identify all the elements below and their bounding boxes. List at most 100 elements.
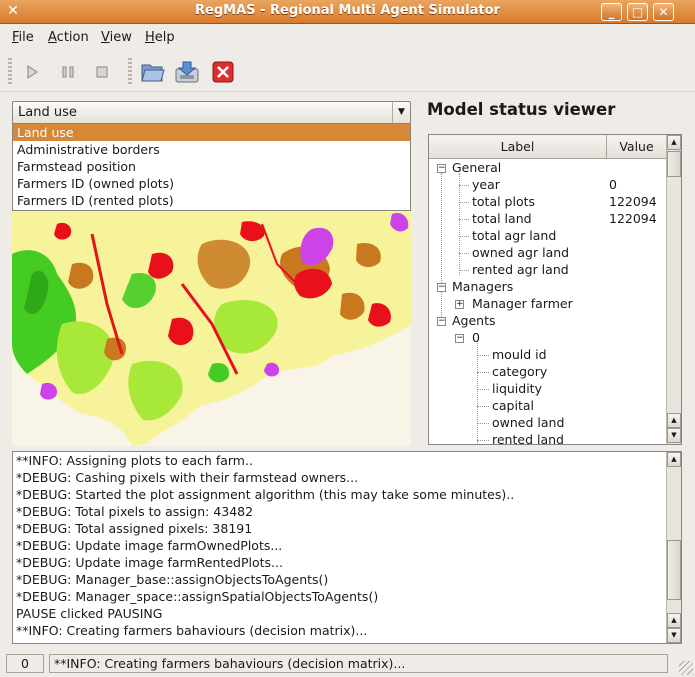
menu-file-label: ile <box>18 30 34 45</box>
tree-label-total-agr-land[interactable]: total agr land <box>472 227 556 244</box>
tree-line <box>459 202 469 203</box>
log-output[interactable]: **INFO: Assigning plots to each farm.. *… <box>12 451 682 644</box>
menu-view-mnemonic: V <box>101 30 110 45</box>
tree-line <box>477 423 489 424</box>
tree-node-manager-farmer[interactable]: Manager farmer <box>472 295 573 312</box>
play-icon <box>27 65 38 79</box>
tree-label-liquidity[interactable]: liquidity <box>492 380 542 397</box>
tree-line <box>459 173 460 275</box>
tree-value-total-land: 122094 <box>609 211 657 226</box>
scroll-up-icon[interactable]: ▲ <box>667 413 681 428</box>
menu-help-mnemonic: H <box>145 30 155 45</box>
tree-line <box>459 253 469 254</box>
log-scrollbar[interactable]: ▲ ▲ ▼ <box>666 452 681 643</box>
tree-label-owned-land[interactable]: owned land <box>492 414 564 431</box>
layer-select-dropdown: Land use Administrative borders Farmstea… <box>12 123 411 211</box>
close-red-icon <box>212 61 234 83</box>
open-button[interactable] <box>141 60 165 84</box>
tree-label-owned-agr-land[interactable]: owned agr land <box>472 244 569 261</box>
toolbar-grip-2[interactable] <box>128 58 132 86</box>
close-window-button[interactable]: ✕ <box>653 3 674 21</box>
tree-node-general[interactable]: General <box>452 159 501 176</box>
title-bar[interactable]: ✕ RegMAS - Regional Multi Agent Simulato… <box>0 0 695 24</box>
tree-label-capital[interactable]: capital <box>492 397 534 414</box>
tree-line <box>459 185 469 186</box>
pause-icon <box>62 66 74 78</box>
collapse-agents-icon[interactable]: − <box>437 317 446 326</box>
tree-value-total-plots: 122094 <box>609 194 657 209</box>
layer-option-farmers-owned[interactable]: Farmers ID (owned plots) <box>13 175 410 192</box>
tree-line <box>459 236 469 237</box>
collapse-managers-icon[interactable]: − <box>437 283 446 292</box>
log-line: **INFO: Creating farmers bahaviours (dec… <box>16 623 368 638</box>
tree-label-mould-id[interactable]: mould id <box>492 346 547 363</box>
scroll-up-icon[interactable]: ▲ <box>667 613 681 628</box>
tree-label-rented-land[interactable]: rented land <box>492 431 564 444</box>
layer-option-farmers-rented[interactable]: Farmers ID (rented plots) <box>13 192 410 209</box>
scroll-up-icon[interactable]: ▲ <box>667 452 681 467</box>
log-line: *DEBUG: Cashing pixels with their farmst… <box>16 470 359 485</box>
resize-grip-icon[interactable] <box>679 661 693 675</box>
pause-button[interactable] <box>56 60 80 84</box>
tree-node-agent-0[interactable]: 0 <box>472 329 480 346</box>
toolbar-grip[interactable] <box>8 58 12 86</box>
play-button[interactable] <box>20 60 44 84</box>
column-header-label[interactable]: Label <box>429 135 607 159</box>
log-line: *DEBUG: Manager_space::assignSpatialObje… <box>16 589 379 604</box>
log-line: *DEBUG: Manager_base::assignObjectsToAge… <box>16 572 329 587</box>
log-scroll-thumb[interactable] <box>667 540 681 600</box>
log-line: *DEBUG: Update image farmRentedPlots... <box>16 555 283 570</box>
menu-help[interactable]: Help <box>145 30 175 45</box>
status-bar: 0 **INFO: Creating farmers bahaviours (d… <box>0 652 695 677</box>
window-title: RegMAS - Regional Multi Agent Simulator <box>195 3 500 18</box>
quit-button[interactable] <box>211 60 235 84</box>
layer-option-farmstead-position[interactable]: Farmstead position <box>13 158 410 175</box>
collapse-general-icon[interactable]: − <box>437 164 446 173</box>
collapse-agent-0-icon[interactable]: − <box>455 334 464 343</box>
menu-action[interactable]: Action <box>48 30 89 45</box>
tree-scroll-thumb[interactable] <box>667 151 681 177</box>
stop-icon <box>96 66 108 78</box>
column-header-value[interactable]: Value <box>607 135 667 159</box>
menu-view-label: iew <box>109 30 132 45</box>
tree-label-rented-agr-land[interactable]: rented agr land <box>472 261 569 278</box>
expand-manager-farmer-icon[interactable]: + <box>455 300 464 309</box>
tree-label-total-land[interactable]: total land <box>472 210 532 227</box>
log-line: *DEBUG: Started the plot assignment algo… <box>16 487 515 502</box>
menu-action-mnemonic: A <box>48 30 57 45</box>
scroll-down-icon[interactable]: ▼ <box>667 628 681 643</box>
layer-option-land-use[interactable]: Land use <box>13 124 410 141</box>
log-line: **INFO: Assigning plots to each farm.. <box>16 453 253 468</box>
status-tree[interactable]: Label Value − General year 0 total plots… <box>428 134 682 445</box>
menu-view[interactable]: View <box>101 30 132 45</box>
tree-line <box>477 341 478 444</box>
log-line: *DEBUG: Total pixels to assign: 43482 <box>16 504 254 519</box>
tree-label-year[interactable]: year <box>472 176 500 193</box>
tree-label-total-plots[interactable]: total plots <box>472 193 535 210</box>
menu-action-label: ction <box>56 30 89 45</box>
open-folder-icon <box>141 64 165 82</box>
menu-bar: File Action View Help <box>0 25 695 51</box>
minimize-button[interactable]: _ <box>601 3 622 21</box>
maximize-button[interactable]: □ <box>627 3 648 21</box>
save-button[interactable] <box>175 60 199 84</box>
stop-button[interactable] <box>90 60 114 84</box>
menu-file[interactable]: File <box>12 30 34 45</box>
tree-label-category[interactable]: category <box>492 363 547 380</box>
chevron-down-icon[interactable]: ▼ <box>392 102 410 123</box>
tree-node-agents[interactable]: Agents <box>452 312 496 329</box>
tree-node-managers[interactable]: Managers <box>452 278 513 295</box>
log-line: PAUSE clicked PAUSING <box>16 606 163 621</box>
scroll-up-icon[interactable]: ▲ <box>667 135 681 150</box>
tree-line <box>477 440 489 441</box>
scroll-down-icon[interactable]: ▼ <box>667 428 681 443</box>
layer-select[interactable]: Land use ▼ <box>12 101 411 124</box>
tree-line <box>459 270 469 271</box>
log-line: *DEBUG: Total assigned pixels: 38191 <box>16 521 253 536</box>
tree-scrollbar[interactable]: ▲ ▲ ▼ <box>666 135 681 444</box>
layer-option-administrative-borders[interactable]: Administrative borders <box>13 141 410 158</box>
tree-line <box>477 406 489 407</box>
tree-line <box>477 355 489 356</box>
log-line: *DEBUG: Update image farmOwnedPlots... <box>16 538 283 553</box>
status-viewer-title: Model status viewer <box>427 100 616 119</box>
